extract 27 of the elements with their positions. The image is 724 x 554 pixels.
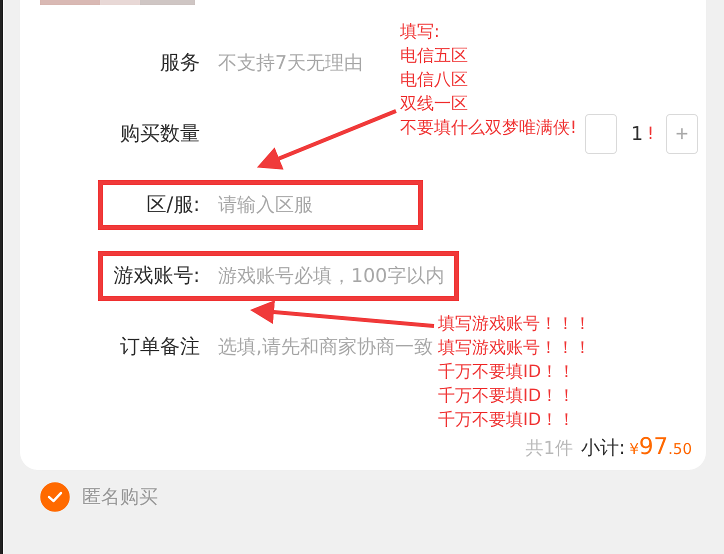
anonymous-label: 匿名购买 — [82, 485, 158, 510]
field-label: 区/服: — [146, 191, 200, 218]
annotation-text: 千万不要填ID！！ — [438, 385, 576, 408]
input-field[interactable]: 请输入区服 — [218, 192, 368, 218]
input-field[interactable]: 游戏账号必填，100字以内 — [218, 262, 444, 288]
item-count: 共1件 — [525, 437, 573, 460]
subtotal-label: 小计: — [580, 436, 626, 461]
annotation-text: 千万不要填ID！！ — [438, 409, 576, 432]
input-field[interactable]: 选填,请先和商家协商一致 — [218, 336, 436, 358]
annotation-text: 填写: — [400, 21, 440, 44]
annotation-text: 填写游戏账号！！！ — [438, 337, 591, 360]
annotation-text: 电信五区 — [400, 45, 468, 68]
annotation-text: 不要填什么双梦唯满侠! — [400, 117, 577, 140]
increase-button[interactable]: + — [666, 114, 698, 154]
field-label: 订单备注 — [119, 333, 200, 360]
field-label: 游戏账号: — [112, 262, 200, 289]
annotation-text: ! — [647, 124, 654, 144]
annotation-text: 电信八区 — [400, 69, 468, 92]
service-text: 不支持7天无理由 — [218, 50, 364, 76]
quantity-value: 1 — [631, 122, 644, 144]
annotation-text: 千万不要填ID！！ — [438, 361, 576, 384]
field-label: 服务 — [159, 49, 200, 76]
annotation-text: 双线一区 — [400, 93, 468, 116]
subtotal-price: ¥97.50 — [629, 434, 692, 460]
checkbox[interactable] — [40, 482, 70, 512]
field-label: 购买数量 — [119, 120, 200, 147]
annotation-text: 填写游戏账号！！！ — [438, 313, 591, 336]
